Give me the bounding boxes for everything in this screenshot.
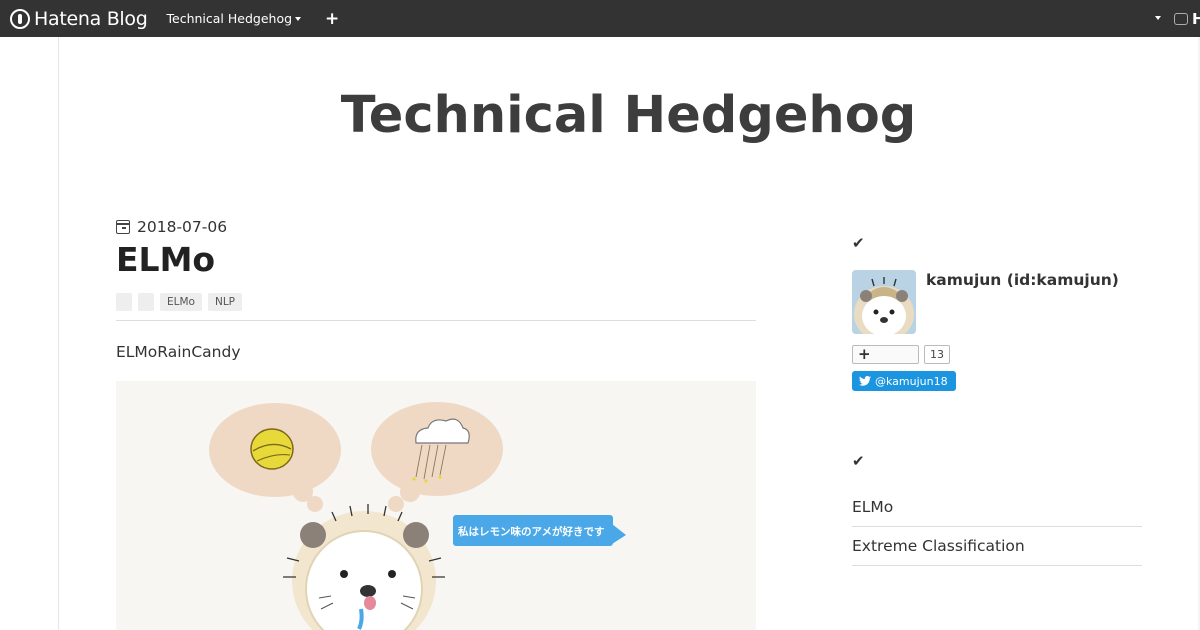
entry-categories: ELMo NLP: [116, 293, 243, 311]
avatar[interactable]: [852, 270, 916, 334]
category-tag[interactable]: [138, 293, 154, 311]
calendar-icon: [116, 220, 130, 234]
category-link-extreme-classification[interactable]: Extreme Classification: [852, 527, 1142, 566]
twitter-bird-icon: [859, 376, 871, 386]
hedgehog-illustration: 私はレモン味のアメが好きです: [116, 381, 756, 630]
category-tag-elmo[interactable]: ELMo: [160, 293, 202, 311]
author-name[interactable]: kamujun (id:kamujun): [926, 271, 1119, 289]
subscriber-count: 13: [924, 345, 950, 364]
hatena-bird-icon: [1174, 13, 1188, 25]
hatena-blog-logo[interactable]: Hatena Blog: [10, 0, 148, 37]
entry-date[interactable]: 2018-07-06: [116, 218, 227, 236]
category-link-elmo[interactable]: ELMo: [852, 488, 1142, 527]
category-tag[interactable]: [116, 293, 132, 311]
global-header: Hatena Blog Technical Hedgehog + H: [0, 0, 1200, 37]
logo-text: Hatena Blog: [34, 7, 148, 30]
subscribe-button[interactable]: +: [852, 345, 919, 364]
category-tag-nlp[interactable]: NLP: [207, 293, 243, 311]
new-post-button[interactable]: +: [325, 9, 339, 29]
speech-bubble: 私はレモン味のアメが好きです: [453, 515, 626, 546]
avatar-image: [852, 270, 916, 334]
hedgehog-character: [283, 504, 445, 630]
check-icon: ✔: [852, 452, 865, 470]
hatena-account-menu[interactable]: H: [1174, 10, 1200, 28]
blog-title[interactable]: Technical Hedgehog: [59, 86, 1198, 145]
entry-title[interactable]: ELMo: [116, 240, 215, 279]
entry-header-divider: [116, 320, 756, 321]
account-initial: H: [1192, 10, 1200, 28]
plus-icon: +: [858, 345, 871, 363]
hatena-logo-icon: [10, 8, 30, 29]
twitter-follow-button[interactable]: @kamujun18: [852, 371, 956, 391]
entry-body-text: ELMoRainCandy: [116, 343, 241, 361]
speech-bubble-text: 私はレモン味のアメが好きです: [457, 525, 604, 538]
lemon-candy-icon: [250, 428, 294, 470]
caret-down-icon: [295, 16, 302, 21]
twitter-handle: @kamujun18: [875, 374, 948, 388]
check-icon: ✔: [852, 234, 865, 252]
blog-switcher-label: Technical Hedgehog: [166, 11, 293, 26]
user-menu-caret-icon[interactable]: [1155, 16, 1161, 20]
entry-date-text: 2018-07-06: [137, 218, 228, 236]
hedgehog-illustration-svg: 私はレモン味のアメが好きです: [209, 402, 626, 630]
blog-switcher[interactable]: Technical Hedgehog: [167, 11, 302, 26]
